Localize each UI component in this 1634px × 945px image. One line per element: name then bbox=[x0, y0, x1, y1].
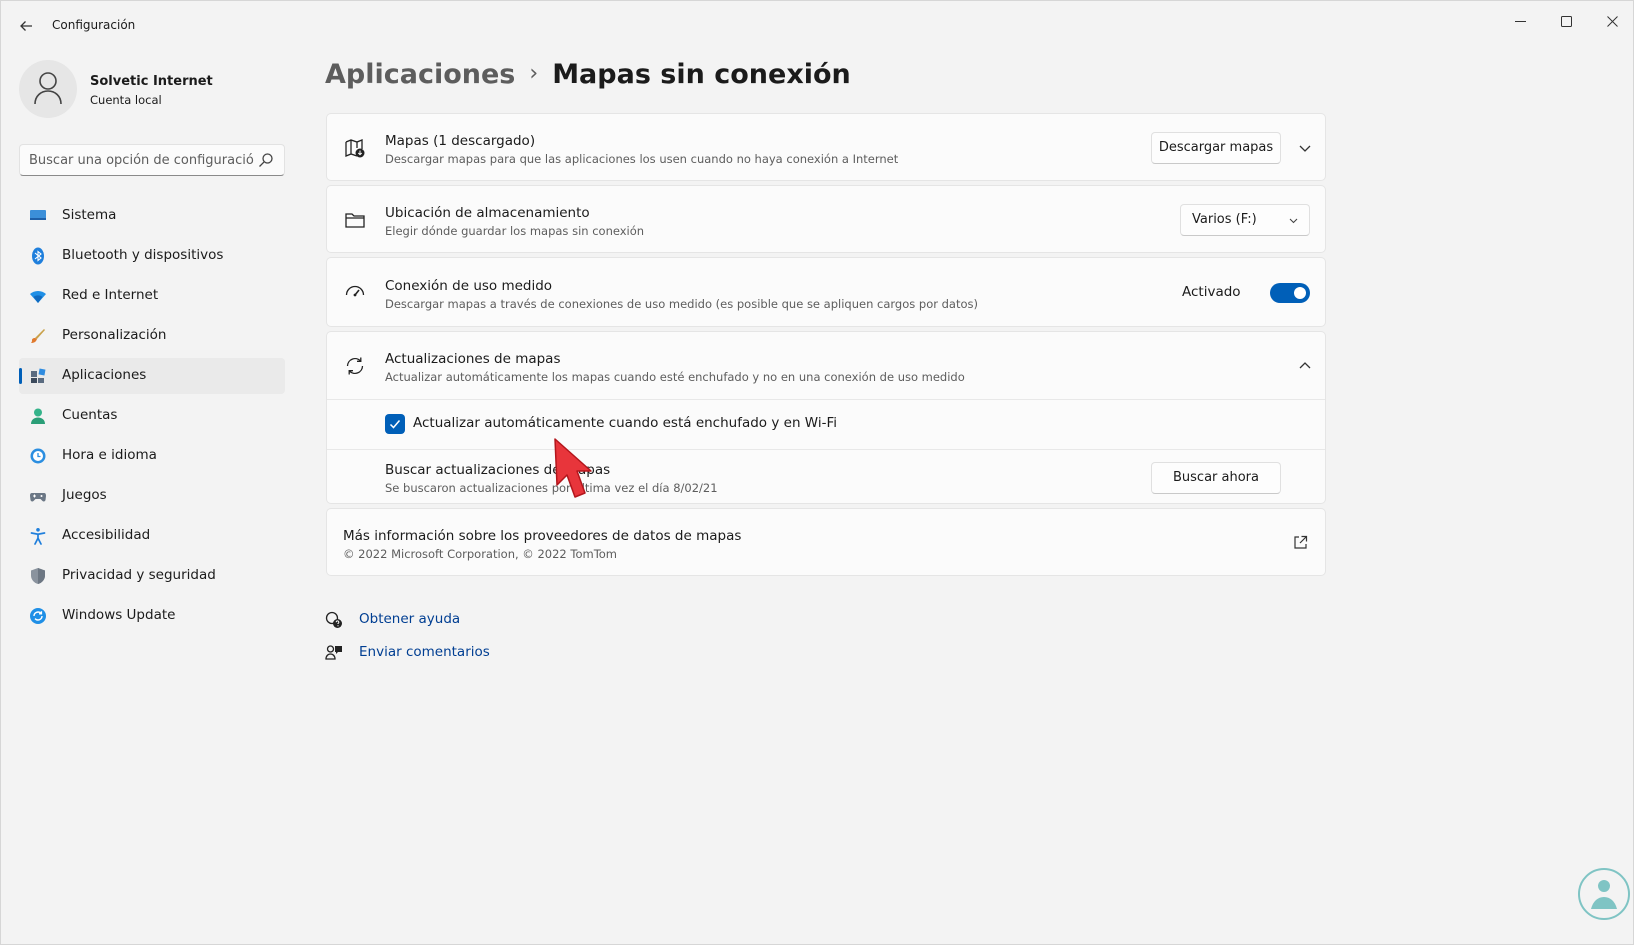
storage-location-dropdown[interactable]: Varios (F:) bbox=[1180, 204, 1310, 236]
avatar[interactable] bbox=[19, 60, 77, 118]
providers-description: © 2022 Microsoft Corporation, © 2022 Tom… bbox=[343, 547, 618, 561]
auto-update-row: Actualizar automáticamente cuando está e… bbox=[327, 399, 1325, 449]
send-feedback-link[interactable]: Enviar comentarios bbox=[359, 644, 490, 660]
check-updates-row: Buscar actualizaciones de mapas Se busca… bbox=[327, 449, 1325, 504]
sidebar-item-label: Accesibilidad bbox=[62, 527, 151, 543]
sidebar-item-label: Privacidad y seguridad bbox=[62, 567, 216, 583]
title-bar: Configuración bbox=[1, 1, 1633, 51]
feedback-icon bbox=[325, 645, 342, 660]
providers-title: Más información sobre los proveedores de… bbox=[343, 528, 742, 544]
accessibility-icon bbox=[30, 528, 46, 545]
search-icon bbox=[259, 153, 273, 167]
metered-title: Conexión de uso medido bbox=[385, 278, 553, 294]
toggle-knob bbox=[1294, 287, 1306, 299]
map-providers-card[interactable]: Más información sobre los proveedores de… bbox=[326, 508, 1326, 576]
profile-account-type: Cuenta local bbox=[90, 93, 162, 107]
sidebar-item-personalizacion[interactable]: Personalización bbox=[19, 318, 285, 354]
folder-icon bbox=[345, 213, 365, 228]
back-arrow-icon bbox=[20, 21, 32, 31]
map-updates-card: Actualizaciones de mapas Actualizar auto… bbox=[326, 331, 1326, 504]
help-icon bbox=[325, 611, 342, 628]
breadcrumb-parent[interactable]: Aplicaciones bbox=[325, 59, 515, 90]
settings-search[interactable] bbox=[19, 144, 285, 176]
sidebar-item-aplicaciones[interactable]: Aplicaciones bbox=[19, 358, 285, 394]
sidebar-item-label: Hora e idioma bbox=[62, 447, 157, 463]
sidebar-item-hora[interactable]: Hora e idioma bbox=[19, 438, 285, 474]
gamepad-icon bbox=[30, 493, 46, 502]
metered-connection-card: Conexión de uso medido Descargar mapas a… bbox=[326, 257, 1326, 327]
back-button[interactable] bbox=[15, 15, 37, 37]
speedometer-icon bbox=[345, 285, 365, 297]
metered-toggle[interactable] bbox=[1270, 283, 1310, 303]
storage-title: Ubicación de almacenamiento bbox=[385, 205, 590, 221]
breadcrumb: Aplicaciones › Mapas sin conexión bbox=[325, 59, 851, 99]
maximize-button[interactable] bbox=[1543, 7, 1589, 37]
sidebar-item-bluetooth[interactable]: Bluetooth y dispositivos bbox=[19, 238, 285, 274]
sidebar-item-label: Bluetooth y dispositivos bbox=[62, 247, 224, 263]
clock-globe-icon bbox=[30, 448, 46, 464]
apps-icon bbox=[31, 368, 46, 383]
minimize-icon bbox=[1514, 21, 1526, 22]
chevron-down-icon bbox=[1289, 218, 1298, 224]
bluetooth-icon bbox=[32, 247, 44, 265]
sidebar-item-label: Sistema bbox=[62, 207, 117, 223]
storage-location-value: Varios (F:) bbox=[1192, 212, 1257, 227]
sidebar-item-red[interactable]: Red e Internet bbox=[19, 278, 285, 314]
map-updates-description: Actualizar automáticamente los mapas cua… bbox=[385, 370, 965, 384]
person-avatar-icon bbox=[34, 72, 62, 105]
sidebar-item-label: Windows Update bbox=[62, 607, 176, 623]
monitor-icon bbox=[30, 210, 46, 220]
sidebar-item-juegos[interactable]: Juegos bbox=[19, 478, 285, 514]
sidebar-item-label: Juegos bbox=[62, 487, 107, 503]
storage-description: Elegir dónde guardar los mapas sin conex… bbox=[385, 224, 645, 238]
download-maps-button[interactable]: Descargar mapas bbox=[1151, 132, 1281, 164]
watermark-logo-icon bbox=[1578, 868, 1630, 920]
search-input[interactable] bbox=[29, 151, 255, 169]
maps-description: Descargar mapas para que las aplicacione… bbox=[385, 152, 899, 166]
page-title: Mapas sin conexión bbox=[552, 59, 851, 90]
auto-update-label[interactable]: Actualizar automáticamente cuando está e… bbox=[413, 415, 837, 431]
close-icon bbox=[1606, 16, 1618, 27]
person-icon bbox=[31, 408, 45, 424]
sidebar-item-privacidad[interactable]: Privacidad y seguridad bbox=[19, 558, 285, 594]
maps-card[interactable]: Mapas (1 descargado) Descargar mapas par… bbox=[326, 113, 1326, 181]
metered-description: Descargar mapas a través de conexiones d… bbox=[385, 297, 978, 311]
shield-icon bbox=[31, 568, 45, 584]
settings-window: Configuración Solvetic Internet Cuenta l… bbox=[0, 0, 1634, 945]
metered-toggle-state: Activado bbox=[1182, 284, 1241, 300]
chevron-down-icon[interactable] bbox=[1297, 140, 1313, 156]
maximize-icon bbox=[1560, 16, 1572, 27]
window-title: Configuración bbox=[52, 18, 136, 32]
checkmark-icon bbox=[389, 420, 401, 429]
sidebar-item-label: Personalización bbox=[62, 327, 167, 343]
sidebar-item-sistema[interactable]: Sistema bbox=[19, 198, 285, 234]
sidebar-item-label: Red e Internet bbox=[62, 287, 159, 303]
sync-icon bbox=[346, 357, 364, 375]
map-download-icon bbox=[345, 139, 365, 158]
profile-name: Solvetic Internet bbox=[90, 74, 213, 89]
map-updates-title: Actualizaciones de mapas bbox=[385, 351, 561, 367]
sidebar-item-label: Aplicaciones bbox=[62, 367, 147, 383]
pointer-arrow-icon bbox=[554, 438, 592, 498]
brush-icon bbox=[31, 329, 45, 343]
sidebar-item-windows-update[interactable]: Windows Update bbox=[19, 598, 285, 634]
minimize-button[interactable] bbox=[1497, 7, 1543, 37]
update-icon bbox=[30, 608, 46, 624]
auto-update-checkbox[interactable] bbox=[385, 414, 405, 434]
sidebar-item-label: Cuentas bbox=[62, 407, 118, 423]
maps-title: Mapas (1 descargado) bbox=[385, 133, 536, 149]
check-now-button[interactable]: Buscar ahora bbox=[1151, 462, 1281, 494]
breadcrumb-separator: › bbox=[529, 61, 539, 86]
external-link-icon[interactable] bbox=[1293, 535, 1308, 550]
storage-card: Ubicación de almacenamiento Elegir dónde… bbox=[326, 185, 1326, 253]
sidebar-item-cuentas[interactable]: Cuentas bbox=[19, 398, 285, 434]
chevron-up-icon[interactable] bbox=[1297, 358, 1313, 374]
wifi-icon bbox=[30, 290, 46, 303]
close-button[interactable] bbox=[1589, 7, 1634, 37]
get-help-link[interactable]: Obtener ayuda bbox=[359, 611, 460, 627]
sidebar-item-accesibilidad[interactable]: Accesibilidad bbox=[19, 518, 285, 554]
